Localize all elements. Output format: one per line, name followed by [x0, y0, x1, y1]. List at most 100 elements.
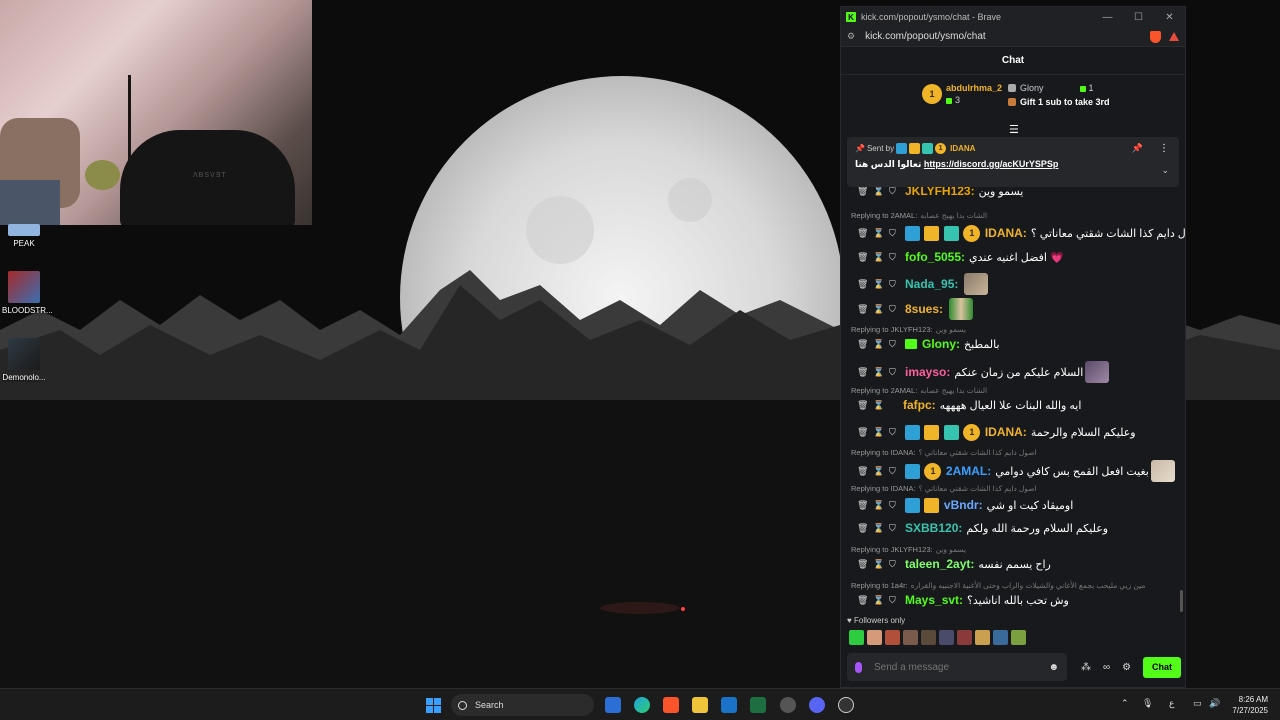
delete-icon[interactable]: 🗑: [857, 187, 873, 197]
expand-leaderboard-icon[interactable]: ☰: [1009, 123, 1019, 136]
ban-icon[interactable]: ⛉: [889, 523, 905, 534]
timeout-icon[interactable]: ⌛: [873, 595, 889, 606]
ban-icon[interactable]: ⛉: [889, 304, 905, 315]
ban-icon[interactable]: ⛉: [889, 252, 905, 263]
emote-button[interactable]: [1011, 630, 1026, 645]
timeout-icon[interactable]: ⌛: [873, 252, 889, 263]
emote-button[interactable]: [885, 630, 900, 645]
delete-icon[interactable]: 🗑: [857, 523, 873, 534]
reply-to[interactable]: Replying to JKLYFH123:: [851, 325, 933, 334]
username[interactable]: 2AMAL:: [946, 464, 991, 478]
show-hidden-icons-icon[interactable]: ⌃: [1121, 698, 1129, 709]
brave-shield-icon[interactable]: [1150, 30, 1161, 43]
reply-to[interactable]: Replying to IDANA:: [851, 448, 916, 457]
mic-tray-icon[interactable]: 🎙: [1142, 698, 1153, 709]
settings-gear-icon[interactable]: ⚙: [1122, 662, 1131, 673]
username[interactable]: fofo_5055:: [905, 250, 965, 264]
reply-to[interactable]: Replying to 2AMAL:: [851, 386, 917, 395]
emote-button[interactable]: [921, 630, 936, 645]
more-options-icon[interactable]: ⋮: [1159, 143, 1169, 154]
delete-icon[interactable]: 🗑: [857, 367, 873, 378]
desktop-icon-peak[interactable]: PEAK: [2, 224, 46, 248]
chat-scrollbar[interactable]: [1180, 590, 1183, 612]
username[interactable]: vBndr:: [944, 498, 983, 512]
leaderboard-second[interactable]: Glony 1 Gift 1 sub to take 3rd: [1008, 83, 1110, 107]
network-icon[interactable]: ▭: [1193, 698, 1202, 709]
maximize-button[interactable]: ☐: [1123, 7, 1154, 27]
timeout-icon[interactable]: ⌛: [873, 367, 889, 378]
microphone-icon[interactable]: [855, 661, 862, 673]
delete-icon[interactable]: 🗑: [857, 400, 873, 411]
timeout-icon[interactable]: ⌛: [873, 279, 889, 290]
reply-to[interactable]: Replying to 2AMAL:: [851, 211, 917, 220]
pinned-link[interactable]: https://discord.gg/acKUrYSPSp: [924, 159, 1059, 169]
delete-icon[interactable]: 🗑: [857, 252, 873, 263]
emoji-icon[interactable]: ☻: [1048, 662, 1059, 673]
reply-to[interactable]: Replying to IDANA:: [851, 484, 916, 493]
timeout-icon[interactable]: ⌛: [873, 500, 889, 511]
delete-icon[interactable]: 🗑: [857, 279, 873, 290]
delete-icon[interactable]: 🗑: [857, 466, 873, 477]
username[interactable]: taleen_2ayt:: [905, 557, 974, 571]
url-field[interactable]: kick.com/popout/ysmo/chat: [865, 31, 1150, 42]
timeout-icon[interactable]: ⌛: [873, 427, 889, 438]
desktop-icon-bloodstrike[interactable]: BLOODSTR...: [2, 271, 53, 315]
unpin-icon[interactable]: 📌: [1132, 143, 1143, 154]
infinity-icon[interactable]: ∞: [1103, 662, 1110, 673]
edge-browser-icon[interactable]: [634, 697, 650, 713]
microsoft-store-icon[interactable]: [605, 697, 621, 713]
ban-icon[interactable]: ⛉: [889, 466, 905, 477]
username[interactable]: SXBB120:: [905, 521, 962, 535]
timeout-icon[interactable]: ⌛: [873, 559, 889, 570]
timeout-icon[interactable]: ⌛: [873, 228, 889, 239]
username[interactable]: IDANA:: [985, 226, 1027, 240]
ban-icon[interactable]: ⛉: [889, 595, 905, 606]
site-settings-icon[interactable]: ⚙: [847, 31, 855, 42]
taskbar-clock[interactable]: 8:26 AM 7/27/2025: [1232, 694, 1268, 716]
ban-icon[interactable]: ⛉: [889, 427, 905, 438]
timeout-icon[interactable]: ⌛: [873, 400, 889, 411]
timeout-icon[interactable]: ⌛: [873, 523, 889, 534]
emote-button[interactable]: [975, 630, 990, 645]
windows-start-icon[interactable]: [426, 698, 441, 713]
ban-icon[interactable]: ⛉: [889, 187, 905, 197]
username[interactable]: fafpc:: [903, 398, 936, 412]
delete-icon[interactable]: 🗑: [857, 304, 873, 315]
delete-icon[interactable]: 🗑: [857, 339, 873, 350]
message-input[interactable]: [874, 661, 1049, 673]
timeout-icon[interactable]: ⌛: [873, 187, 889, 197]
kicks-icon[interactable]: ⁂: [1081, 662, 1091, 673]
username[interactable]: JKLYFH123:: [905, 187, 975, 198]
close-button[interactable]: ✕: [1154, 7, 1185, 27]
input-language[interactable]: ع: [1169, 698, 1174, 709]
ban-icon[interactable]: ⛉: [889, 228, 905, 239]
excel-icon[interactable]: [750, 697, 766, 713]
brave-rewards-icon[interactable]: [1169, 32, 1179, 41]
ban-icon[interactable]: ⛉: [889, 500, 905, 511]
timeout-icon[interactable]: ⌛: [873, 304, 889, 315]
username[interactable]: imayso:: [905, 365, 950, 379]
username[interactable]: 8sues:: [905, 302, 943, 316]
discord-icon[interactable]: [809, 697, 825, 713]
ban-icon[interactable]: ⛉: [889, 339, 905, 350]
emote-button[interactable]: [903, 630, 918, 645]
taskbar-search[interactable]: Search: [451, 694, 594, 716]
steam-icon[interactable]: [780, 697, 796, 713]
send-chat-button[interactable]: Chat: [1143, 656, 1181, 678]
username[interactable]: Mays_svt:: [905, 593, 963, 607]
username[interactable]: Nada_95:: [905, 277, 958, 291]
emote-button[interactable]: [867, 630, 882, 645]
pinned-sender[interactable]: IDANA: [950, 144, 975, 153]
ban-icon[interactable]: ⛉: [889, 559, 905, 570]
delete-icon[interactable]: 🗑: [857, 559, 873, 570]
timeout-icon[interactable]: ⌛: [873, 339, 889, 350]
username[interactable]: IDANA:: [985, 425, 1027, 439]
emote-button[interactable]: [939, 630, 954, 645]
timeout-icon[interactable]: ⌛: [873, 466, 889, 477]
ban-icon[interactable]: ⛉: [889, 367, 905, 378]
delete-icon[interactable]: 🗑: [857, 595, 873, 606]
volume-icon[interactable]: 🔊: [1209, 698, 1220, 709]
delete-icon[interactable]: 🗑: [857, 427, 873, 438]
reply-to[interactable]: Replying to 1a4r:: [851, 581, 908, 590]
brave-browser-icon[interactable]: [663, 697, 679, 713]
